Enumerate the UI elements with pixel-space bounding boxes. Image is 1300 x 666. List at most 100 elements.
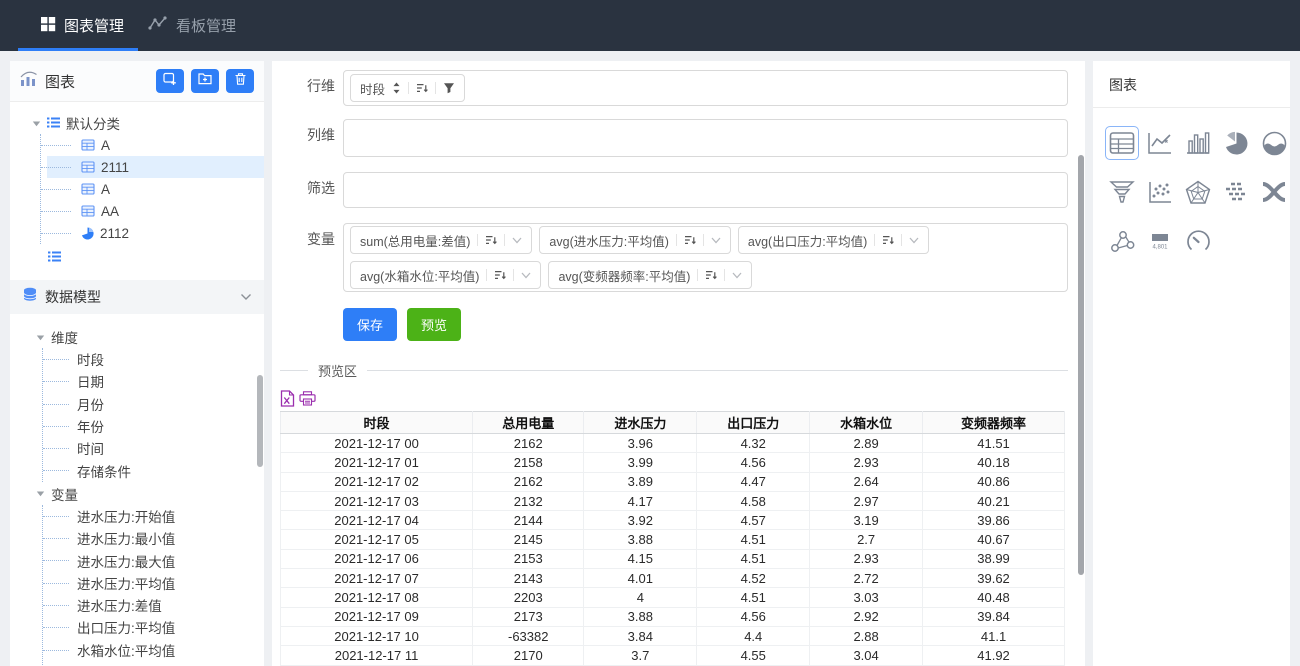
chevron-down-icon[interactable] — [512, 237, 522, 244]
preview-button[interactable]: 预览 — [407, 308, 461, 341]
liquid-chart-icon[interactable] — [1257, 126, 1290, 160]
divider — [504, 234, 505, 246]
row-dimension-tag[interactable]: 时段 — [350, 74, 465, 102]
scatter-chart-icon[interactable] — [1143, 175, 1177, 209]
caret-down-icon[interactable] — [36, 330, 45, 345]
chart-type-grid: 4,801 — [1093, 108, 1290, 276]
table-cell: 41.92 — [923, 646, 1065, 665]
add-folder-button[interactable] — [191, 69, 219, 93]
table-row: 2021-12-17 0321324.174.582.9740.21 — [281, 491, 1065, 510]
variable-tag[interactable]: sum(总用电量:差值) — [350, 226, 532, 254]
variable-item-label: 进水压力:最小值 — [77, 528, 175, 548]
main-panel-scrollbar[interactable] — [1078, 155, 1084, 575]
group-dimensions[interactable]: 维度 — [36, 326, 264, 348]
delete-button[interactable] — [226, 69, 254, 93]
tree-item-label: A — [101, 182, 110, 197]
excel-export-icon[interactable] — [280, 390, 295, 407]
dimension-item[interactable]: 时段 — [47, 348, 264, 370]
table-cell: 2162 — [473, 434, 584, 453]
funnel-chart-icon[interactable] — [1105, 175, 1139, 209]
data-model-header[interactable]: 数据模型 — [10, 280, 264, 314]
sort-amount-icon[interactable] — [485, 234, 497, 246]
pie-chart-icon[interactable] — [1219, 126, 1253, 160]
variable-tag[interactable]: avg(变频器频率:平均值) — [548, 261, 752, 289]
chevron-down-icon[interactable] — [732, 272, 742, 279]
variable-tag[interactable]: avg(进水压力:平均值) — [539, 226, 730, 254]
tree-item-2111[interactable]: 2111 — [47, 156, 264, 178]
chevron-down-icon[interactable] — [711, 237, 721, 244]
chevron-down-icon[interactable] — [521, 272, 531, 279]
table-chart-icon — [81, 183, 95, 195]
sort-amount-icon[interactable] — [494, 269, 506, 281]
variable-item[interactable]: 进水压力:最大值 — [47, 549, 264, 571]
variable-item[interactable]: 出口压力:平均值 — [47, 616, 264, 638]
funnel-icon[interactable] — [443, 82, 455, 94]
group-variables[interactable]: 变量 — [36, 483, 264, 505]
table-cell: 2021-12-17 06 — [281, 549, 473, 568]
chevron-down-icon[interactable] — [909, 237, 919, 244]
table-cell: 2.97 — [810, 491, 923, 510]
print-icon[interactable] — [299, 391, 316, 406]
filter-input[interactable] — [343, 172, 1068, 208]
dimension-item-label: 时段 — [77, 349, 104, 369]
card-chart-icon[interactable]: 4,801 — [1143, 224, 1177, 258]
sort-amount-icon[interactable] — [684, 234, 696, 246]
dimension-item[interactable]: 年份 — [47, 415, 264, 437]
variable-item[interactable]: 变频器频率:平均值 — [47, 661, 264, 666]
tree-category-default[interactable]: 默认分类 — [32, 112, 264, 134]
bar-chart-icon[interactable] — [1181, 126, 1215, 160]
tree-item-A[interactable]: A — [47, 134, 264, 156]
tree-item-A[interactable]: A — [47, 178, 264, 200]
divider-line — [280, 370, 308, 371]
tree-item-2112[interactable]: 2112 — [47, 222, 264, 244]
col-dimension-input[interactable] — [343, 119, 1068, 157]
table-chart-icon[interactable] — [1105, 126, 1139, 160]
variable-item[interactable]: 进水压力:差值 — [47, 594, 264, 616]
table-cell: 2.88 — [810, 626, 923, 645]
gauge-chart-icon[interactable] — [1181, 224, 1215, 258]
sankey-chart-icon[interactable] — [1257, 175, 1290, 209]
table-cell: 4.57 — [697, 511, 810, 530]
dimension-item[interactable]: 月份 — [47, 393, 264, 415]
table-cell: 2153 — [473, 549, 584, 568]
variable-item[interactable]: 进水压力:开始值 — [47, 505, 264, 527]
tree-item-label: 2111 — [101, 160, 129, 175]
tree-category-unnamed[interactable] — [48, 246, 264, 268]
line-chart-icon[interactable] — [1143, 126, 1177, 160]
variable-tag[interactable]: avg(出口压力:平均值) — [738, 226, 929, 254]
left-panel-scrollbar[interactable] — [257, 375, 263, 467]
save-button[interactable]: 保存 — [343, 308, 397, 341]
divider — [486, 269, 487, 281]
graph-chart-icon[interactable] — [1105, 224, 1139, 258]
chart-type-panel: 图表 4,801 — [1093, 61, 1290, 666]
sort-amount-icon[interactable] — [882, 234, 894, 246]
row-dimension-input[interactable]: 时段 — [343, 70, 1068, 106]
chevron-down-icon[interactable] — [240, 288, 252, 306]
sort-icon[interactable] — [392, 82, 401, 94]
tab-dashboard-management-label: 看板管理 — [176, 15, 236, 36]
sort-amount-icon[interactable] — [416, 82, 428, 94]
import-chart-button[interactable] — [156, 69, 184, 93]
dimension-item-label: 年份 — [77, 416, 104, 436]
variable-item[interactable]: 进水压力:最小值 — [47, 527, 264, 549]
variable-item[interactable]: 进水压力:平均值 — [47, 572, 264, 594]
variable-item-label: 出口压力:平均值 — [77, 617, 175, 637]
dimension-item[interactable]: 时间 — [47, 437, 264, 459]
variable-item[interactable]: 水箱水位:平均值 — [47, 639, 264, 661]
tree-item-label: A — [101, 138, 110, 153]
caret-down-icon[interactable] — [36, 486, 45, 501]
variables-list: 进水压力:开始值进水压力:最小值进水压力:最大值进水压力:平均值进水压力:差值出… — [42, 505, 264, 666]
table-cell: 4.52 — [697, 569, 810, 588]
tab-chart-management[interactable]: 图表管理 — [40, 0, 124, 51]
dimension-item[interactable]: 存储条件 — [47, 459, 264, 481]
heatmap-chart-icon[interactable] — [1219, 175, 1253, 209]
tab-dashboard-management[interactable]: 看板管理 — [148, 0, 236, 51]
table-cell: 4.58 — [697, 491, 810, 510]
tree-item-AA[interactable]: AA — [47, 200, 264, 222]
sort-amount-icon[interactable] — [705, 269, 717, 281]
dimension-item[interactable]: 日期 — [47, 370, 264, 392]
radar-chart-icon[interactable] — [1181, 175, 1215, 209]
variables-input[interactable]: sum(总用电量:差值)avg(进水压力:平均值) avg(出口压力:平均值) av… — [343, 223, 1068, 292]
variable-tag[interactable]: avg(水箱水位:平均值) — [350, 261, 541, 289]
caret-down-icon[interactable] — [32, 116, 41, 131]
